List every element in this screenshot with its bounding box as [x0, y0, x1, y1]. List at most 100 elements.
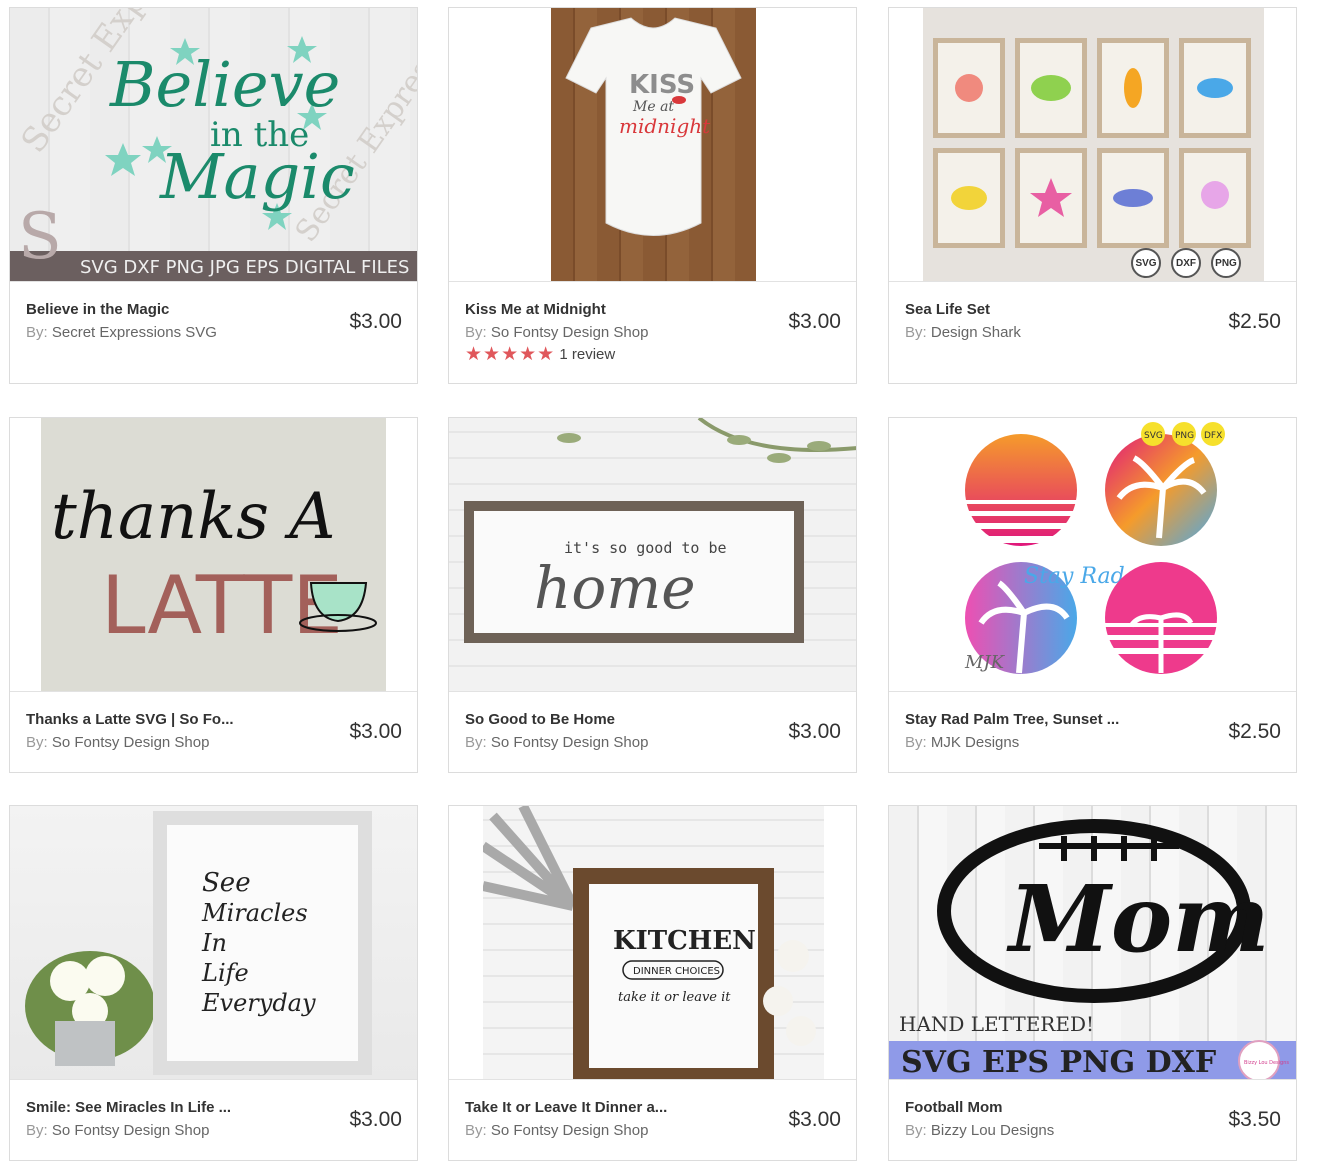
file-formats-text: SVG EPS PNG DXF: [901, 1045, 1216, 1079]
kitchen-artwork: KITCHEN DINNER CHOICES take it or leave …: [483, 806, 816, 1079]
artwork-text: Everyday: [201, 989, 316, 1017]
product-rating[interactable]: ★★★★★ 1 review: [465, 344, 840, 366]
product-thumbnail[interactable]: SVG PNG DFX Stay Rad MJK: [889, 418, 1296, 691]
product-thumbnail[interactable]: KISS Me at midnight: [449, 8, 856, 281]
product-info: Kiss Me at Midnight By: So Fontsy Design…: [449, 281, 856, 366]
stay-rad-artwork: SVG PNG DFX Stay Rad MJK: [964, 422, 1225, 674]
product-byline: By: So Fontsy Design Shop: [465, 732, 840, 754]
shop-link[interactable]: Design Shark: [931, 324, 1021, 341]
product-price: $2.50: [1228, 310, 1281, 333]
shark-frame: [1097, 148, 1169, 248]
product-info: Smile: See Miracles In Life ... By: So F…: [10, 1079, 417, 1142]
product-price: $3.00: [788, 720, 841, 743]
turtle-frame: [1015, 38, 1087, 138]
product-thumbnail[interactable]: KITCHEN DINNER CHOICES take it or leave …: [449, 806, 856, 1079]
by-label: By:: [905, 1122, 927, 1139]
crab-frame: [933, 38, 1005, 138]
artwork-text: home: [534, 554, 696, 622]
product-thumbnail[interactable]: Secret Expressions Secret Expressions Be…: [10, 8, 417, 281]
product-card[interactable]: Mom HAND LETTERED! SVG EPS PNG DXF Bizzy…: [888, 805, 1297, 1161]
shop-link[interactable]: Secret Expressions SVG: [52, 324, 217, 341]
picture-frame-shape: [153, 811, 372, 1075]
artwork-monogram: MJK: [964, 652, 1006, 673]
artwork-text: KISS: [629, 70, 695, 100]
artwork-text: thanks A: [51, 480, 336, 554]
onesie-artwork: KISS Me at midnight: [565, 17, 742, 236]
artwork-title-line: Believe: [109, 48, 340, 121]
octopus-frame: [1179, 148, 1251, 248]
lips-shape: [672, 96, 686, 104]
football-mom-artwork: Mom HAND LETTERED! SVG EPS PNG DXF Bizzy…: [889, 819, 1296, 1079]
product-title[interactable]: Thanks a Latte SVG | So Fo...: [26, 710, 306, 730]
product-card[interactable]: See Miracles In Life Everyday Smile: See…: [9, 805, 418, 1161]
artwork-title-line: Magic: [159, 140, 355, 213]
product-thumbnail[interactable]: Mom HAND LETTERED! SVG EPS PNG DXF Bizzy…: [889, 806, 1296, 1079]
logo-monogram: S: [18, 200, 62, 274]
product-thumbnail[interactable]: thanks A LATTE: [10, 418, 417, 691]
shop-link[interactable]: So Fontsy Design Shop: [491, 1122, 649, 1139]
artwork-text: HAND LETTERED!: [899, 1012, 1094, 1036]
product-info: So Good to Be Home By: So Fontsy Design …: [449, 691, 856, 754]
product-price: $3.50: [1228, 1108, 1281, 1131]
product-price: $2.50: [1228, 720, 1281, 743]
by-label: By:: [26, 734, 48, 751]
format-chip: PNG: [1211, 248, 1241, 278]
by-label: By:: [465, 1122, 487, 1139]
product-thumbnail[interactable]: See Miracles In Life Everyday: [10, 806, 417, 1079]
shop-link[interactable]: MJK Designs: [931, 734, 1019, 751]
thanks-latte-artwork: thanks A LATTE: [51, 480, 377, 652]
by-label: By:: [905, 324, 927, 341]
shop-link[interactable]: So Fontsy Design Shop: [491, 324, 649, 341]
by-label: By:: [905, 734, 927, 751]
product-title[interactable]: Smile: See Miracles In Life ...: [26, 1098, 306, 1118]
product-byline: By: So Fontsy Design Shop: [26, 1120, 401, 1142]
starfish-frame: [1015, 148, 1087, 248]
shop-link[interactable]: So Fontsy Design Shop: [52, 1122, 210, 1139]
seahorse-frame: [1097, 38, 1169, 138]
product-title[interactable]: Believe in the Magic: [26, 300, 306, 320]
product-card[interactable]: Secret Expressions Secret Expressions Be…: [9, 7, 418, 384]
product-card[interactable]: KITCHEN DINNER CHOICES take it or leave …: [448, 805, 857, 1161]
shop-link[interactable]: So Fontsy Design Shop: [491, 734, 649, 751]
by-label: By:: [26, 324, 48, 341]
format-chip: SVG: [1144, 431, 1163, 441]
artwork-text: DINNER CHOICES: [633, 966, 720, 977]
shop-link[interactable]: Bizzy Lou Designs: [931, 1122, 1054, 1139]
product-price: $3.00: [349, 720, 402, 743]
product-title[interactable]: Stay Rad Palm Tree, Sunset ...: [905, 710, 1185, 730]
artwork-text: Miracles: [201, 899, 308, 927]
shop-badge: Bizzy Lou Designs: [1244, 1060, 1289, 1066]
product-card[interactable]: thanks A LATTE Thanks a Latte SVG | So F…: [9, 417, 418, 773]
artwork-text: Mom: [1006, 865, 1270, 973]
product-card[interactable]: KISS Me at midnight Kiss Me at Midnight …: [448, 7, 857, 384]
product-card[interactable]: it's so good to be home So Good to Be Ho…: [448, 417, 857, 773]
good-home-artwork: it's so good to be home: [464, 418, 856, 643]
product-byline: By: So Fontsy Design Shop: [465, 322, 840, 344]
product-info: Take It or Leave It Dinner a... By: So F…: [449, 1079, 856, 1142]
product-title[interactable]: Take It or Leave It Dinner a...: [465, 1098, 745, 1118]
product-title[interactable]: Sea Life Set: [905, 300, 1185, 320]
by-label: By:: [465, 324, 487, 341]
product-title[interactable]: Kiss Me at Midnight: [465, 300, 745, 320]
star-rating-icon: ★★★★★: [465, 344, 556, 365]
sunset-circle: [965, 434, 1077, 546]
product-thumbnail[interactable]: it's so good to be home: [449, 418, 856, 691]
review-count: 1 review: [559, 346, 616, 363]
product-thumbnail[interactable]: SVG DXF PNG: [889, 8, 1296, 281]
product-card[interactable]: SVG PNG DFX Stay Rad MJK Stay Rad Palm T…: [888, 417, 1297, 773]
product-card[interactable]: SVG DXF PNG Sea Life Set By: Design Shar…: [888, 7, 1297, 384]
product-byline: By: Bizzy Lou Designs: [905, 1120, 1280, 1142]
product-byline: By: MJK Designs: [905, 732, 1280, 754]
product-price: $3.00: [788, 310, 841, 333]
product-title[interactable]: Football Mom: [905, 1098, 1185, 1118]
by-label: By:: [26, 1122, 48, 1139]
shop-link[interactable]: So Fontsy Design Shop: [52, 734, 210, 751]
artwork-text: LATTE: [101, 559, 343, 652]
product-title[interactable]: So Good to Be Home: [465, 710, 745, 730]
by-label: By:: [465, 734, 487, 751]
format-chip: SVG: [1131, 248, 1161, 278]
format-chip: DXF: [1171, 248, 1201, 278]
artwork-text: Life: [201, 959, 249, 987]
artwork-text: take it or leave it: [618, 990, 731, 1005]
star-shape: [105, 143, 141, 176]
